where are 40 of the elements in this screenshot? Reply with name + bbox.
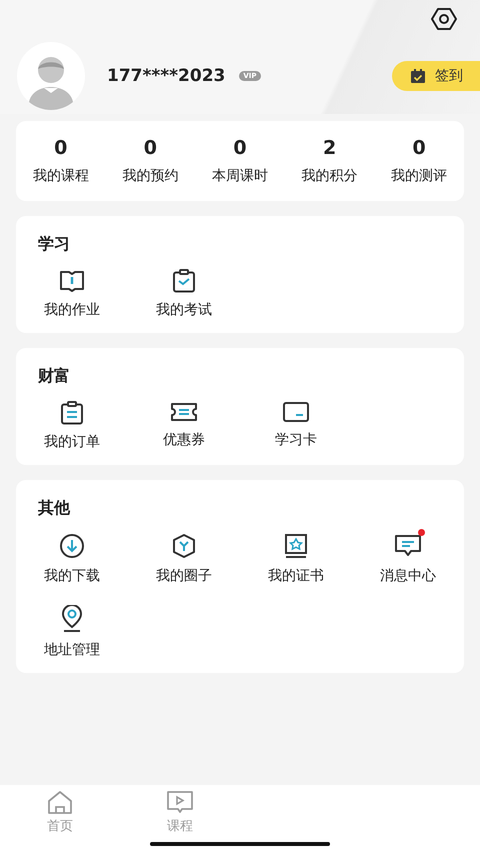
menu-item[interactable]: 消息中心	[352, 533, 464, 585]
play-icon	[166, 789, 194, 815]
stat-value[interactable]: 0	[233, 137, 247, 159]
clipboard-icon	[60, 401, 84, 425]
menu-item[interactable]: 我的圈子	[128, 533, 240, 585]
menu-item[interactable]: 我的证书	[240, 533, 352, 585]
section-title: 其他	[37, 498, 72, 519]
stat-label[interactable]: 我的课程	[32, 167, 89, 185]
message-icon	[394, 533, 422, 559]
stat-label[interactable]: 本周课时	[212, 167, 268, 185]
checkin-button[interactable]: 签到	[392, 61, 480, 91]
menu-item[interactable]: 我的作业	[16, 269, 128, 319]
stat-value[interactable]: 2	[322, 137, 336, 159]
stat-label[interactable]: 我的测评	[391, 167, 448, 185]
download-icon	[59, 533, 85, 559]
location-icon	[59, 605, 85, 633]
card-icon	[282, 401, 310, 423]
home-icon	[46, 789, 74, 815]
stat-label[interactable]: 我的积分	[302, 167, 358, 185]
hexagon-icon	[171, 533, 197, 559]
stat-value[interactable]: 0	[412, 137, 426, 159]
menu-item[interactable]: 我的下载	[16, 533, 128, 585]
menu-item[interactable]: 我的考试	[128, 269, 240, 319]
stat-value[interactable]: 0	[144, 137, 157, 159]
menu-item[interactable]: 地址管理	[16, 605, 128, 659]
stat-label[interactable]: 我的预约	[122, 167, 178, 185]
menu-item[interactable]: 学习卡	[240, 401, 352, 451]
book-icon	[59, 269, 85, 293]
clipboard-icon	[172, 269, 196, 293]
menu-item[interactable]: 我的订单	[16, 401, 128, 451]
settings-icon[interactable]	[431, 7, 457, 31]
ticket-icon	[170, 401, 198, 423]
certificate-icon	[283, 533, 309, 559]
menu-item[interactable]: 优惠券	[128, 401, 240, 451]
unread-dot	[418, 529, 425, 536]
stat-value[interactable]: 0	[54, 137, 68, 159]
section-title: 财富	[36, 366, 71, 387]
section-title: 学习	[37, 234, 71, 255]
phone-number: 177****2023	[107, 66, 226, 86]
calendar-icon	[410, 68, 426, 84]
